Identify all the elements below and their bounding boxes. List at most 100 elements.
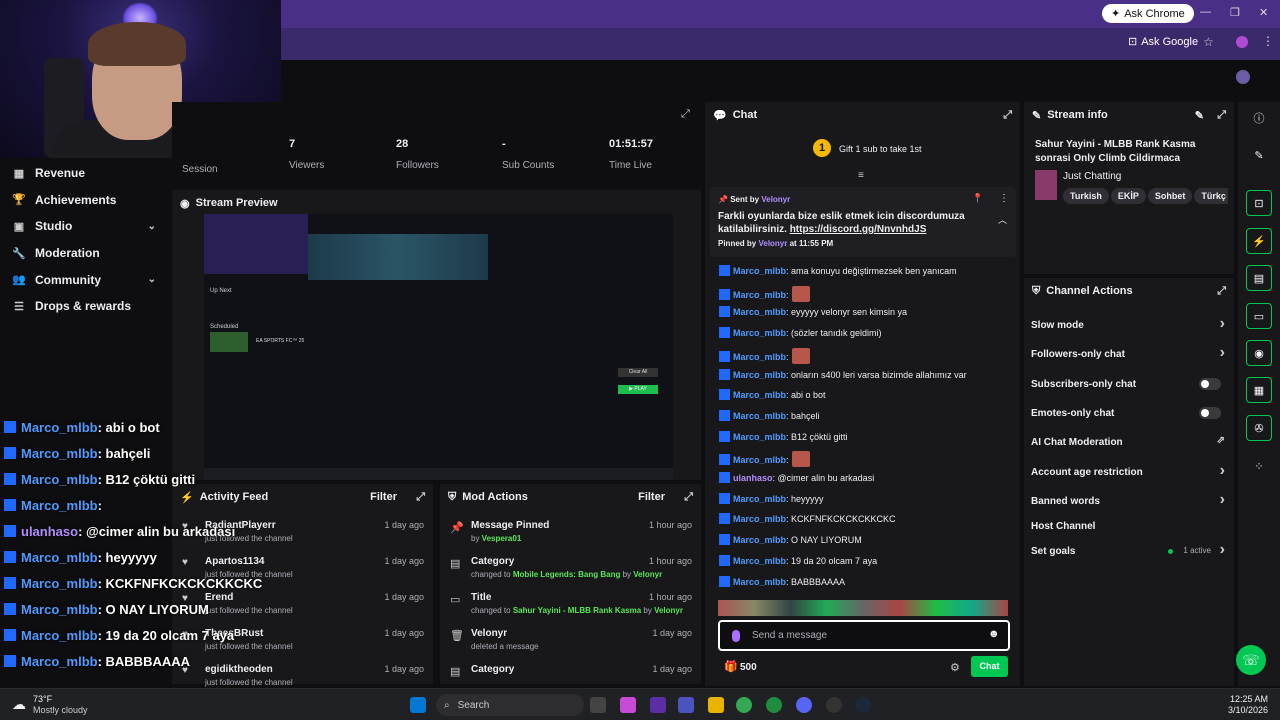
mod-action-item[interactable]: 🗑 Velonyr deleted a message 1 day ago: [450, 628, 696, 651]
mod-filter-button[interactable]: Filter: [638, 491, 665, 503]
channel-action-followers-only-chat[interactable]: Followers-only chat ›: [1031, 344, 1225, 361]
app-icon[interactable]: [650, 697, 666, 713]
chat-username[interactable]: ulanhaso: [733, 473, 773, 483]
stream-category[interactable]: Just Chatting: [1063, 171, 1121, 182]
discord-icon[interactable]: [796, 697, 812, 713]
chrome-active-icon[interactable]: [766, 697, 782, 713]
category-boxart[interactable]: [1035, 170, 1057, 200]
chat-username[interactable]: Marco_mlbb: [733, 455, 786, 465]
popout-icon[interactable]: ⤢: [681, 108, 690, 121]
activity-filter-button[interactable]: Filter: [370, 491, 397, 503]
support-chat-icon[interactable]: ☏: [1236, 645, 1266, 675]
chat-settings-icon[interactable]: ⚙: [950, 661, 960, 674]
info-icon[interactable]: ⓘ: [1245, 104, 1273, 132]
nav-item-drops-rewards[interactable]: ☰ Drops & rewards: [0, 293, 172, 320]
chevron-up-icon[interactable]: ︿: [998, 213, 1007, 226]
mod-action-item[interactable]: ▭ Title changed to Sahur Yayini - MLBB Ran…: [450, 592, 696, 615]
chat-input[interactable]: Send a message ☻: [718, 620, 1010, 651]
clip-icon[interactable]: ⊡: [1246, 190, 1272, 216]
collapse-icon[interactable]: ≡: [858, 170, 864, 181]
nav-item-moderation[interactable]: 🔧 Moderation: [0, 240, 172, 267]
edit-icon[interactable]: ✎: [1195, 109, 1204, 122]
chat-username[interactable]: Marco_mlbb: [733, 266, 786, 276]
nav-item-revenue[interactable]: ▦ Revenue: [0, 160, 172, 187]
toggle-switch[interactable]: [1199, 378, 1221, 390]
chat-username[interactable]: Marco_mlbb: [733, 514, 786, 524]
note-icon[interactable]: ▤: [1246, 265, 1272, 291]
chat-username[interactable]: Marco_mlbb: [733, 352, 786, 362]
chat-username[interactable]: Marco_mlbb: [733, 328, 786, 338]
pinned-user[interactable]: Velonyr: [761, 195, 790, 204]
pinned-link[interactable]: https://discord.gg/NnvnhdJS: [790, 224, 927, 235]
star-icon[interactable]: ☆: [1203, 35, 1214, 49]
stream-tag[interactable]: Sohbet: [1147, 188, 1193, 204]
chat-username[interactable]: Marco_mlbb: [733, 307, 786, 317]
unpin-icon[interactable]: 📍: [972, 193, 983, 204]
copilot-icon[interactable]: [620, 697, 636, 713]
stream-tag[interactable]: EKİP: [1110, 188, 1146, 204]
explorer-icon[interactable]: [708, 697, 724, 713]
minimize-icon[interactable]: —: [1200, 6, 1211, 18]
chat-username[interactable]: Marco_mlbb: [733, 290, 786, 300]
nav-item-achievements[interactable]: 🏆 Achievements: [0, 187, 172, 214]
channel-action-host-channel[interactable]: Host Channel: [1031, 521, 1225, 532]
dots-icon[interactable]: ⁘: [1245, 452, 1273, 480]
chrome-icon[interactable]: [736, 697, 752, 713]
chat-username[interactable]: Marco_mlbb: [733, 432, 786, 442]
bits-icon[interactable]: [732, 630, 740, 642]
taskbar-search[interactable]: ⌕ Search: [436, 694, 584, 716]
tools-icon[interactable]: ✇: [1246, 415, 1272, 441]
channel-action-ai-chat-moderation[interactable]: AI Chat Moderation ⇗: [1031, 435, 1225, 448]
taskview-icon[interactable]: [590, 697, 606, 713]
popout-icon[interactable]: ⤢: [1003, 109, 1012, 122]
steam-icon[interactable]: [855, 697, 871, 713]
windows-start-icon[interactable]: [410, 697, 426, 713]
chat-username[interactable]: Marco_mlbb: [733, 390, 786, 400]
pin-menu-icon[interactable]: ⋮: [999, 193, 1009, 204]
popout-icon[interactable]: ⤢: [416, 491, 425, 504]
channel-action-set-goals[interactable]: Set goals › 1 active: [1031, 541, 1225, 558]
popout-icon[interactable]: ⤢: [1217, 285, 1226, 298]
nav-item-community[interactable]: 👥 Community ⌄: [0, 266, 172, 293]
broadcast-icon[interactable]: ◉: [1246, 340, 1272, 366]
obs-icon[interactable]: [826, 697, 842, 713]
maximize-icon[interactable]: ❐: [1230, 6, 1240, 19]
profile-avatar[interactable]: [1236, 36, 1248, 48]
channel-action-slow-mode[interactable]: Slow mode ›: [1031, 315, 1225, 332]
chat-username[interactable]: Marco_mlbb: [733, 411, 786, 421]
emote-picker-icon[interactable]: ☻: [988, 628, 1000, 640]
pinned-by-user[interactable]: Velonyr: [758, 239, 787, 248]
channel-action-account-age-restriction[interactable]: Account age restriction ›: [1031, 462, 1225, 479]
channel-action-emotes-only-chat[interactable]: Emotes-only chat: [1031, 407, 1225, 419]
stream-tag[interactable]: Türkç: [1194, 188, 1228, 204]
mod-action-item[interactable]: ▤ Category changed to Mobile Legends: Bang…: [450, 556, 696, 579]
pen-icon[interactable]: ✎: [1245, 141, 1273, 169]
user-avatar[interactable]: [1236, 70, 1250, 84]
channel-action-subscribers-only-chat[interactable]: Subscribers-only chat: [1031, 378, 1225, 390]
channel-points-icon[interactable]: 🎁: [724, 660, 738, 673]
chat-username[interactable]: Marco_mlbb: [733, 577, 786, 587]
lightning-icon[interactable]: ⚡: [1246, 228, 1272, 254]
chat-username[interactable]: Marco_mlbb: [733, 494, 786, 504]
popout-icon[interactable]: ⤢: [684, 491, 693, 504]
teams-icon[interactable]: [678, 697, 694, 713]
channel-action-banned-words[interactable]: Banned words ›: [1031, 491, 1225, 508]
stream-tag[interactable]: Turkish: [1063, 188, 1109, 204]
layout-icon[interactable]: ▦: [1246, 377, 1272, 403]
ask-chrome-button[interactable]: ✦ Ask Chrome: [1102, 4, 1194, 23]
toggle-switch[interactable]: [1199, 407, 1221, 419]
chat-send-button[interactable]: Chat: [971, 656, 1008, 677]
ask-google-button[interactable]: ⊡ Ask Google: [1128, 35, 1198, 49]
chat-username[interactable]: Marco_mlbb: [733, 370, 786, 380]
emote-bar[interactable]: [718, 600, 1008, 616]
nav-item-studio[interactable]: ▣ Studio ⌄: [0, 213, 172, 240]
mod-action-item[interactable]: 📌 Message Pinned by Vespera01 1 hour ago: [450, 520, 696, 543]
gift-text[interactable]: Gift 1 sub to take 1st: [839, 144, 922, 154]
close-icon[interactable]: ✕: [1259, 6, 1268, 19]
chat-username[interactable]: Marco_mlbb: [733, 535, 786, 545]
mod-action-item[interactable]: ▤ Category 1 day ago: [450, 664, 696, 678]
message-icon[interactable]: ▭: [1246, 303, 1272, 329]
popout-icon[interactable]: ⤢: [1217, 109, 1226, 122]
more-menu-icon[interactable]: ⋮: [1262, 34, 1274, 48]
chat-username[interactable]: Marco_mlbb: [733, 556, 786, 566]
